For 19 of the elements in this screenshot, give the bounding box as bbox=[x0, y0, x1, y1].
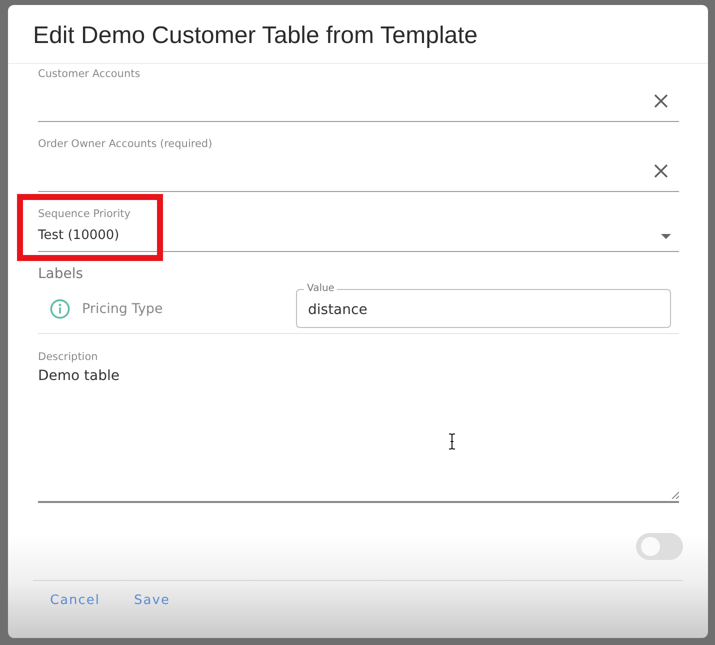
resize-handle-icon bbox=[671, 491, 679, 499]
field-label: Customer Accounts bbox=[38, 67, 140, 81]
select-field[interactable]: Test (10000) bbox=[38, 221, 679, 252]
close-icon bbox=[654, 94, 668, 108]
select-value: Test (10000) bbox=[38, 227, 120, 245]
dialog-title: Edit Demo Customer Table from Template bbox=[33, 22, 478, 49]
text-cursor-icon bbox=[448, 433, 456, 450]
caret-icon bbox=[661, 234, 671, 238]
toggle-switch[interactable] bbox=[636, 533, 683, 560]
close-icon bbox=[654, 164, 668, 178]
field-label: Description bbox=[38, 351, 98, 363]
field-label: Order Owner Accounts (required) bbox=[38, 137, 212, 151]
field-label: Sequence Priority bbox=[38, 207, 131, 221]
label-name: Pricing Type bbox=[82, 300, 163, 316]
description-field[interactable]: Demo table bbox=[38, 363, 679, 503]
description-text: Demo table bbox=[38, 367, 120, 386]
info-icon bbox=[50, 298, 70, 318]
field-value: distance bbox=[308, 300, 368, 318]
labels-heading: Labels bbox=[38, 266, 84, 282]
